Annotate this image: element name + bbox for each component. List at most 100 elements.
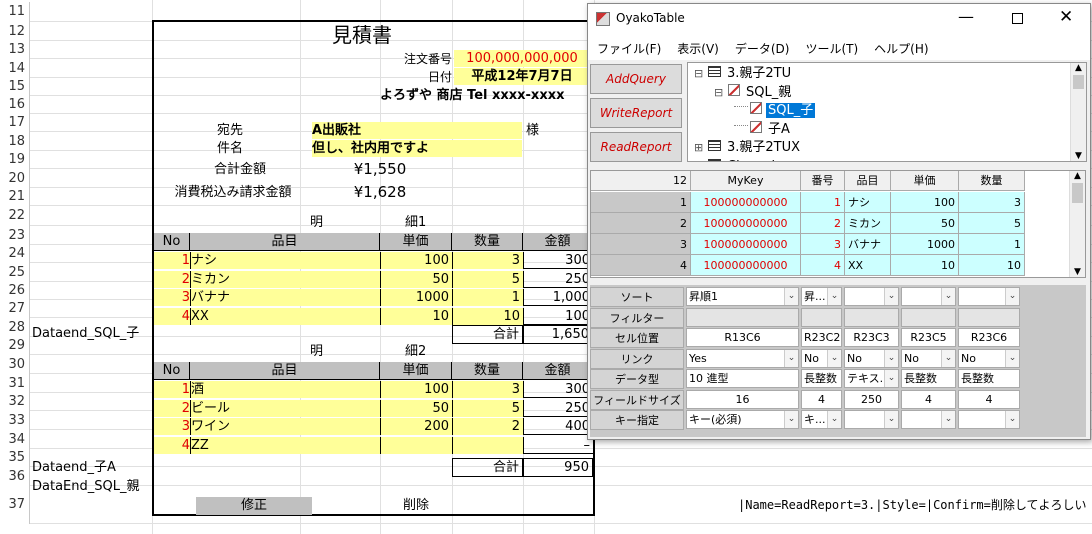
minimize-icon[interactable]: —: [958, 7, 974, 26]
property-value[interactable]: No ⌄: [844, 348, 899, 368]
row-header[interactable]: 29: [0, 337, 30, 355]
property-value[interactable]: 長整数: [958, 369, 1020, 388]
item-name[interactable]: 酒: [190, 381, 380, 398]
grid-cell[interactable]: 1: [801, 192, 845, 213]
property-value[interactable]: 長整数: [801, 369, 842, 388]
row-header[interactable]: 35: [0, 449, 30, 467]
item-qty[interactable]: 5: [452, 399, 523, 417]
property-value[interactable]: No ⌄: [901, 348, 956, 368]
item-price[interactable]: 100: [380, 252, 452, 269]
read-report-button[interactable]: ReadReport: [590, 132, 682, 162]
total-amount-value[interactable]: ¥1,550: [310, 160, 450, 179]
chevron-down-icon[interactable]: ⌄: [827, 349, 841, 367]
row-header[interactable]: 14: [0, 59, 30, 78]
property-value[interactable]: ⌄: [901, 410, 956, 429]
property-value[interactable]: キー(必須) ⌄: [686, 410, 799, 429]
grid-cell[interactable]: 100000000000: [691, 234, 801, 255]
item-no[interactable]: 1: [154, 252, 190, 269]
property-value[interactable]: [901, 307, 956, 327]
property-value[interactable]: ⌄: [901, 287, 956, 306]
row-header[interactable]: 15: [0, 78, 30, 96]
grid-cell[interactable]: 50: [891, 213, 959, 234]
order-number-value[interactable]: 100,000,000,000: [454, 50, 590, 67]
item-amount[interactable]: –: [523, 436, 593, 454]
row-header[interactable]: 32: [0, 393, 30, 411]
item-price[interactable]: 50: [380, 399, 452, 417]
grid-row-header[interactable]: 2: [591, 213, 691, 234]
item-no[interactable]: 1: [154, 381, 190, 398]
grid-cell[interactable]: 2: [801, 213, 845, 234]
item-price[interactable]: 200: [380, 418, 452, 436]
chevron-down-icon[interactable]: ⌄: [941, 411, 955, 428]
grid-cell[interactable]: 100000000000: [691, 213, 801, 234]
item-no[interactable]: 4: [154, 307, 190, 325]
grid-cell[interactable]: ミカン: [845, 213, 891, 234]
row-header[interactable]: 27: [0, 300, 30, 318]
grid-row-header[interactable]: 3: [591, 234, 691, 255]
data-grid[interactable]: ▲ ▼ 12 MyKey 番号 品目 単価 数量 1 100000000000 1 ナシ 100 3 2…: [590, 170, 1086, 278]
expand-icon[interactable]: ⊞: [694, 158, 706, 162]
chevron-down-icon[interactable]: ⌄: [884, 370, 898, 387]
item-no[interactable]: 4: [154, 436, 190, 454]
grid-cell[interactable]: XX: [845, 255, 891, 276]
close-icon[interactable]: ✕: [1059, 7, 1073, 27]
expand-icon[interactable]: ⊞: [694, 139, 706, 156]
row-header[interactable]: 11: [0, 2, 30, 22]
dataend-sql-child[interactable]: Dataend_SQL_子: [32, 325, 152, 342]
property-value[interactable]: ⌄: [958, 410, 1020, 429]
property-value[interactable]: テキス... ⌄: [844, 369, 899, 388]
property-value[interactable]: 4: [958, 389, 1020, 409]
maximize-icon[interactable]: [1012, 13, 1023, 24]
tax-included-value[interactable]: ¥1,628: [310, 183, 450, 202]
property-value[interactable]: [686, 307, 799, 327]
tree-node[interactable]: SQL_子: [734, 102, 816, 119]
item-price[interactable]: [380, 436, 452, 454]
row-header[interactable]: 16: [0, 96, 30, 114]
item-no[interactable]: 2: [154, 270, 190, 288]
item-name[interactable]: ビール: [190, 399, 380, 417]
grid-cell[interactable]: 10: [891, 255, 959, 276]
grid-cell[interactable]: 100: [891, 192, 959, 213]
property-value[interactable]: 250: [844, 389, 899, 409]
grid-header[interactable]: 品目: [845, 171, 891, 191]
property-value[interactable]: R23C6: [958, 328, 1020, 347]
row-header[interactable]: 28: [0, 318, 30, 337]
item-qty[interactable]: 10: [452, 307, 523, 325]
grid-cell[interactable]: ナシ: [845, 192, 891, 213]
edit-button[interactable]: 修正: [196, 497, 312, 515]
grid-cell[interactable]: 100000000000: [691, 255, 801, 276]
date-value[interactable]: 平成12年7月7日: [454, 68, 590, 85]
property-value[interactable]: R23C2: [801, 328, 842, 347]
tree-node[interactable]: 子A: [734, 120, 792, 138]
property-value[interactable]: No ⌄: [801, 348, 842, 368]
item-amount[interactable]: 250: [523, 270, 593, 288]
row-header[interactable]: 26: [0, 282, 30, 300]
menu-item[interactable]: 表示(V): [668, 34, 726, 57]
item-qty[interactable]: 1: [452, 289, 523, 307]
menu-item[interactable]: ツール(T): [796, 34, 865, 57]
grid-cell[interactable]: 1: [959, 234, 1025, 255]
grid-cell[interactable]: バナナ: [845, 234, 891, 255]
row-header[interactable]: 34: [0, 430, 30, 449]
row-header[interactable]: 30: [0, 355, 30, 374]
item-qty[interactable]: 3: [452, 252, 523, 269]
grid-cell[interactable]: 3: [801, 234, 845, 255]
chevron-down-icon[interactable]: ⌄: [941, 349, 955, 367]
item-amount[interactable]: 250: [523, 399, 593, 417]
row-header[interactable]: 23: [0, 226, 30, 245]
property-value[interactable]: [801, 307, 842, 327]
grid-cell[interactable]: 3: [959, 192, 1025, 213]
item-amount[interactable]: 1,000: [523, 289, 593, 307]
chevron-down-icon[interactable]: ⌄: [784, 349, 798, 367]
property-value[interactable]: Yes ⌄: [686, 348, 799, 368]
row-header[interactable]: 36: [0, 467, 30, 486]
formula-cell-text[interactable]: |Name=ReadReport=3.|Style=|Confirm=削除してよ…: [738, 497, 1092, 514]
property-value[interactable]: R13C6: [686, 328, 799, 347]
item-price[interactable]: 100: [380, 381, 452, 398]
chevron-down-icon[interactable]: ⌄: [1005, 288, 1019, 305]
tree-view[interactable]: ▲ ▼ ⊟3.親子2TU⊟SQL_親SQL_子子A⊞3.親子2TUX⊞Cha s…: [687, 62, 1087, 162]
tree-node[interactable]: ⊟ SQL_親: [714, 83, 793, 101]
row-header[interactable]: 18: [0, 132, 30, 151]
property-value[interactable]: R23C3: [844, 328, 899, 347]
property-value[interactable]: 4: [801, 389, 842, 409]
